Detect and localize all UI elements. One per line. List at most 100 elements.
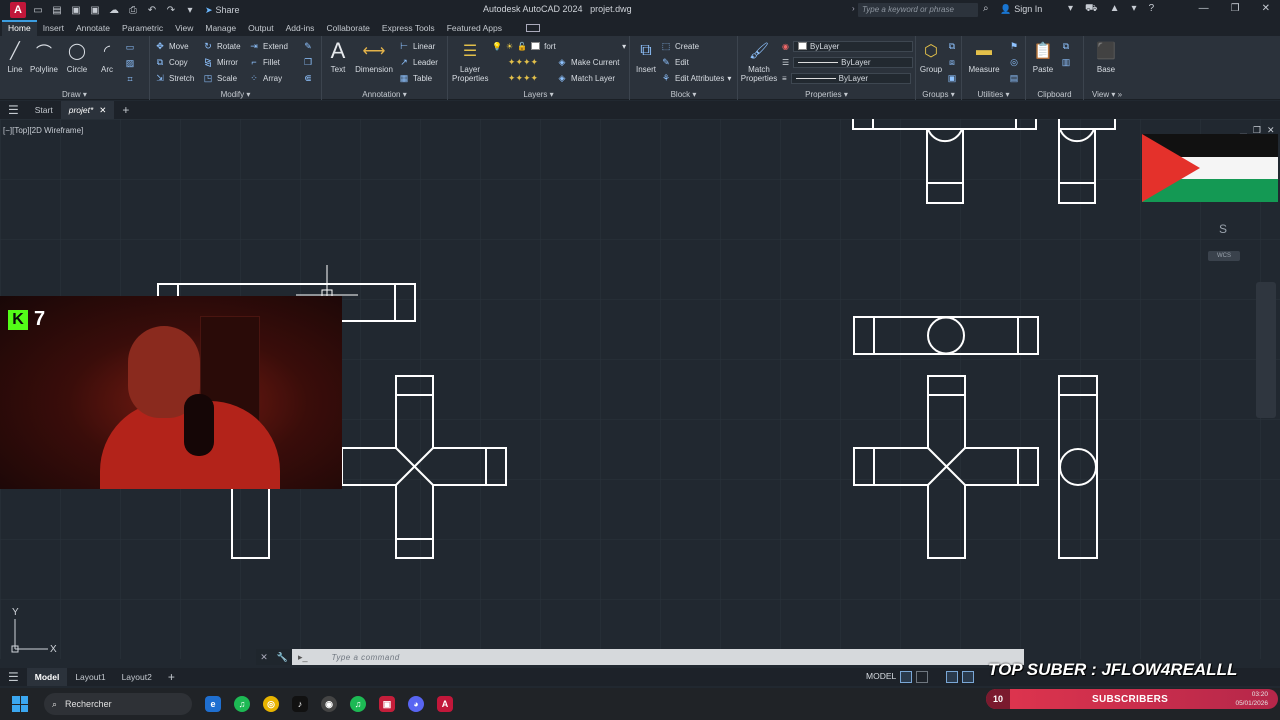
- leader-button[interactable]: ↗ Leader: [398, 55, 438, 69]
- model-space-indicator[interactable]: MODEL: [866, 671, 896, 681]
- dimension-button[interactable]: ⟷ Dimension: [352, 40, 396, 74]
- calculator-tool[interactable]: ▤: [1008, 71, 1020, 85]
- spotify-icon[interactable]: ♫: [234, 696, 250, 712]
- edit-block-button[interactable]: ✎ Edit: [660, 55, 689, 69]
- viewcube-compass-s[interactable]: S: [1219, 222, 1227, 236]
- erase-tool[interactable]: ✎: [302, 39, 314, 53]
- command-input[interactable]: Type a command: [332, 653, 400, 662]
- tab-insert[interactable]: Insert: [37, 20, 70, 36]
- close-command-icon[interactable]: ✕: [260, 652, 268, 663]
- save-icon[interactable]: ▣: [69, 3, 83, 17]
- base-button[interactable]: ⬛ Base: [1092, 40, 1120, 74]
- quick-select-tool[interactable]: ⚑: [1008, 39, 1020, 53]
- explode-tool[interactable]: ❐: [302, 55, 314, 69]
- qat-dropdown-icon[interactable]: ▾: [183, 3, 197, 17]
- cart-icon[interactable]: ⛟: [1085, 3, 1098, 16]
- tab-layout2[interactable]: Layout2: [114, 668, 160, 686]
- new-tab-icon[interactable]: +: [114, 101, 137, 119]
- polar-toggle-icon[interactable]: [962, 671, 974, 683]
- circle-button[interactable]: ◯ Circle: [64, 40, 90, 74]
- viewport-controls[interactable]: [−][Top][2D Wireframe]: [3, 126, 83, 135]
- panel-title-draw[interactable]: Draw ▾: [0, 90, 149, 99]
- autocad-logo-icon[interactable]: A: [10, 2, 26, 18]
- media-app-icon[interactable]: ▣: [379, 696, 395, 712]
- layer-tools-row-1[interactable]: ✦✦✦✦: [492, 55, 554, 69]
- share-button[interactable]: ➤ Share: [205, 5, 240, 16]
- match-properties-button[interactable]: 🖌 Match Properties: [740, 40, 778, 83]
- layout-menu-icon[interactable]: ☰: [0, 668, 27, 686]
- ungroup-tool[interactable]: ⧉: [946, 39, 958, 53]
- array-button[interactable]: ⁘ Array: [248, 71, 282, 85]
- line-button[interactable]: ╱ Line: [4, 40, 26, 74]
- panel-title-clipboard[interactable]: Clipboard: [1026, 90, 1083, 99]
- search-icon[interactable]: ⌕: [983, 3, 989, 14]
- linear-button[interactable]: ⊢ Linear: [398, 39, 435, 53]
- tab-featured-apps[interactable]: Featured Apps: [441, 20, 508, 36]
- save-as-icon[interactable]: ▣: [88, 3, 102, 17]
- offset-tool[interactable]: ⋐: [302, 71, 314, 85]
- make-current-button[interactable]: ◈ Make Current: [556, 55, 620, 69]
- tab-model[interactable]: Model: [26, 668, 68, 686]
- scale-button[interactable]: ◳ Scale: [202, 71, 237, 85]
- signin-button[interactable]: 👤 Sign In: [1000, 4, 1042, 15]
- discord-icon[interactable]: ◕: [408, 696, 424, 712]
- tab-layout1[interactable]: Layout1: [67, 668, 113, 686]
- layer-properties-button[interactable]: ☰ Layer Properties: [452, 40, 488, 83]
- measure-button[interactable]: ▬ Measure: [966, 40, 1002, 74]
- add-layout-icon[interactable]: +: [160, 668, 183, 686]
- windows-start-icon[interactable]: [12, 696, 28, 712]
- restore-icon[interactable]: ❐: [1231, 3, 1240, 14]
- cut-clip-tool[interactable]: ▥: [1060, 55, 1072, 69]
- tab-annotate[interactable]: Annotate: [70, 20, 116, 36]
- autodesk-a-icon[interactable]: ▲: [1110, 3, 1120, 16]
- match-layer-button[interactable]: ◈ Match Layer: [556, 71, 616, 85]
- rotate-button[interactable]: ↻ Rotate: [202, 39, 240, 53]
- tab-home[interactable]: Home: [2, 20, 37, 36]
- tab-add-ins[interactable]: Add-ins: [280, 20, 321, 36]
- panel-title-modify[interactable]: Modify ▾: [150, 90, 321, 99]
- panel-title-block[interactable]: Block ▾: [630, 90, 737, 99]
- linetype-dropdown[interactable]: ☰ ByLayer: [782, 56, 914, 68]
- group-edit-tool[interactable]: ⧈: [946, 55, 958, 69]
- autocad-taskbar-icon[interactable]: A: [437, 696, 453, 712]
- grid-toggle-icon[interactable]: [900, 671, 912, 683]
- panel-title-properties[interactable]: Properties ▾: [738, 90, 915, 99]
- stretch-button[interactable]: ⇲ Stretch: [154, 71, 194, 85]
- tab-express-tools[interactable]: Express Tools: [376, 20, 441, 36]
- edit-attributes-button[interactable]: ⚘ Edit Attributes ▾: [660, 71, 731, 85]
- color-dropdown[interactable]: ◉ ByLayer: [782, 40, 913, 52]
- snap-toggle-icon[interactable]: [916, 671, 928, 683]
- panel-title-groups[interactable]: Groups ▾: [916, 90, 961, 99]
- menu-icon[interactable]: ☰: [0, 101, 27, 119]
- open-folder-icon[interactable]: ▤: [50, 3, 64, 17]
- fillet-button[interactable]: ⌐ Fillet: [248, 55, 280, 69]
- mirror-button[interactable]: ⧎ Mirror: [202, 55, 238, 69]
- dropdown-icon[interactable]: ▾: [1068, 3, 1073, 16]
- insert-button[interactable]: ⧉ Insert: [634, 40, 658, 74]
- tab-output[interactable]: Output: [242, 20, 280, 36]
- rectangle-tool[interactable]: ▭: [124, 40, 136, 54]
- undo-icon[interactable]: ↶: [145, 3, 159, 17]
- spotify-2-icon[interactable]: ♫: [350, 696, 366, 712]
- help-icon[interactable]: ?: [1149, 3, 1155, 16]
- more-icon[interactable]: ▾: [1132, 3, 1137, 16]
- panel-title-utilities[interactable]: Utilities ▾: [962, 90, 1025, 99]
- layer-tools-row-2[interactable]: ✦✦✦✦: [492, 71, 554, 85]
- tab-view[interactable]: View: [169, 20, 199, 36]
- cloud-icon[interactable]: ☁: [107, 3, 121, 17]
- text-button[interactable]: A Text: [326, 38, 350, 74]
- redo-icon[interactable]: ↷: [164, 3, 178, 17]
- new-file-icon[interactable]: ▭: [31, 3, 45, 17]
- edge-icon[interactable]: e: [205, 696, 221, 712]
- tab-projet[interactable]: projet* ✕: [60, 101, 115, 119]
- search-input[interactable]: Type a keyword or phrase: [858, 3, 978, 17]
- command-line[interactable]: ✕ 🔧 ▸_ Type a command: [256, 649, 1024, 665]
- minimize-icon[interactable]: —: [1199, 3, 1209, 14]
- arc-button[interactable]: ◜ Arc: [96, 40, 118, 74]
- move-button[interactable]: ✥ Move: [154, 39, 188, 53]
- tab-collaborate[interactable]: Collaborate: [320, 20, 375, 36]
- panel-title-view[interactable]: View ▾ »: [1084, 90, 1130, 99]
- table-tool[interactable]: ⌗: [124, 72, 136, 86]
- customize-command-icon[interactable]: 🔧: [276, 652, 287, 663]
- create-block-button[interactable]: ⬚ Create: [660, 39, 699, 53]
